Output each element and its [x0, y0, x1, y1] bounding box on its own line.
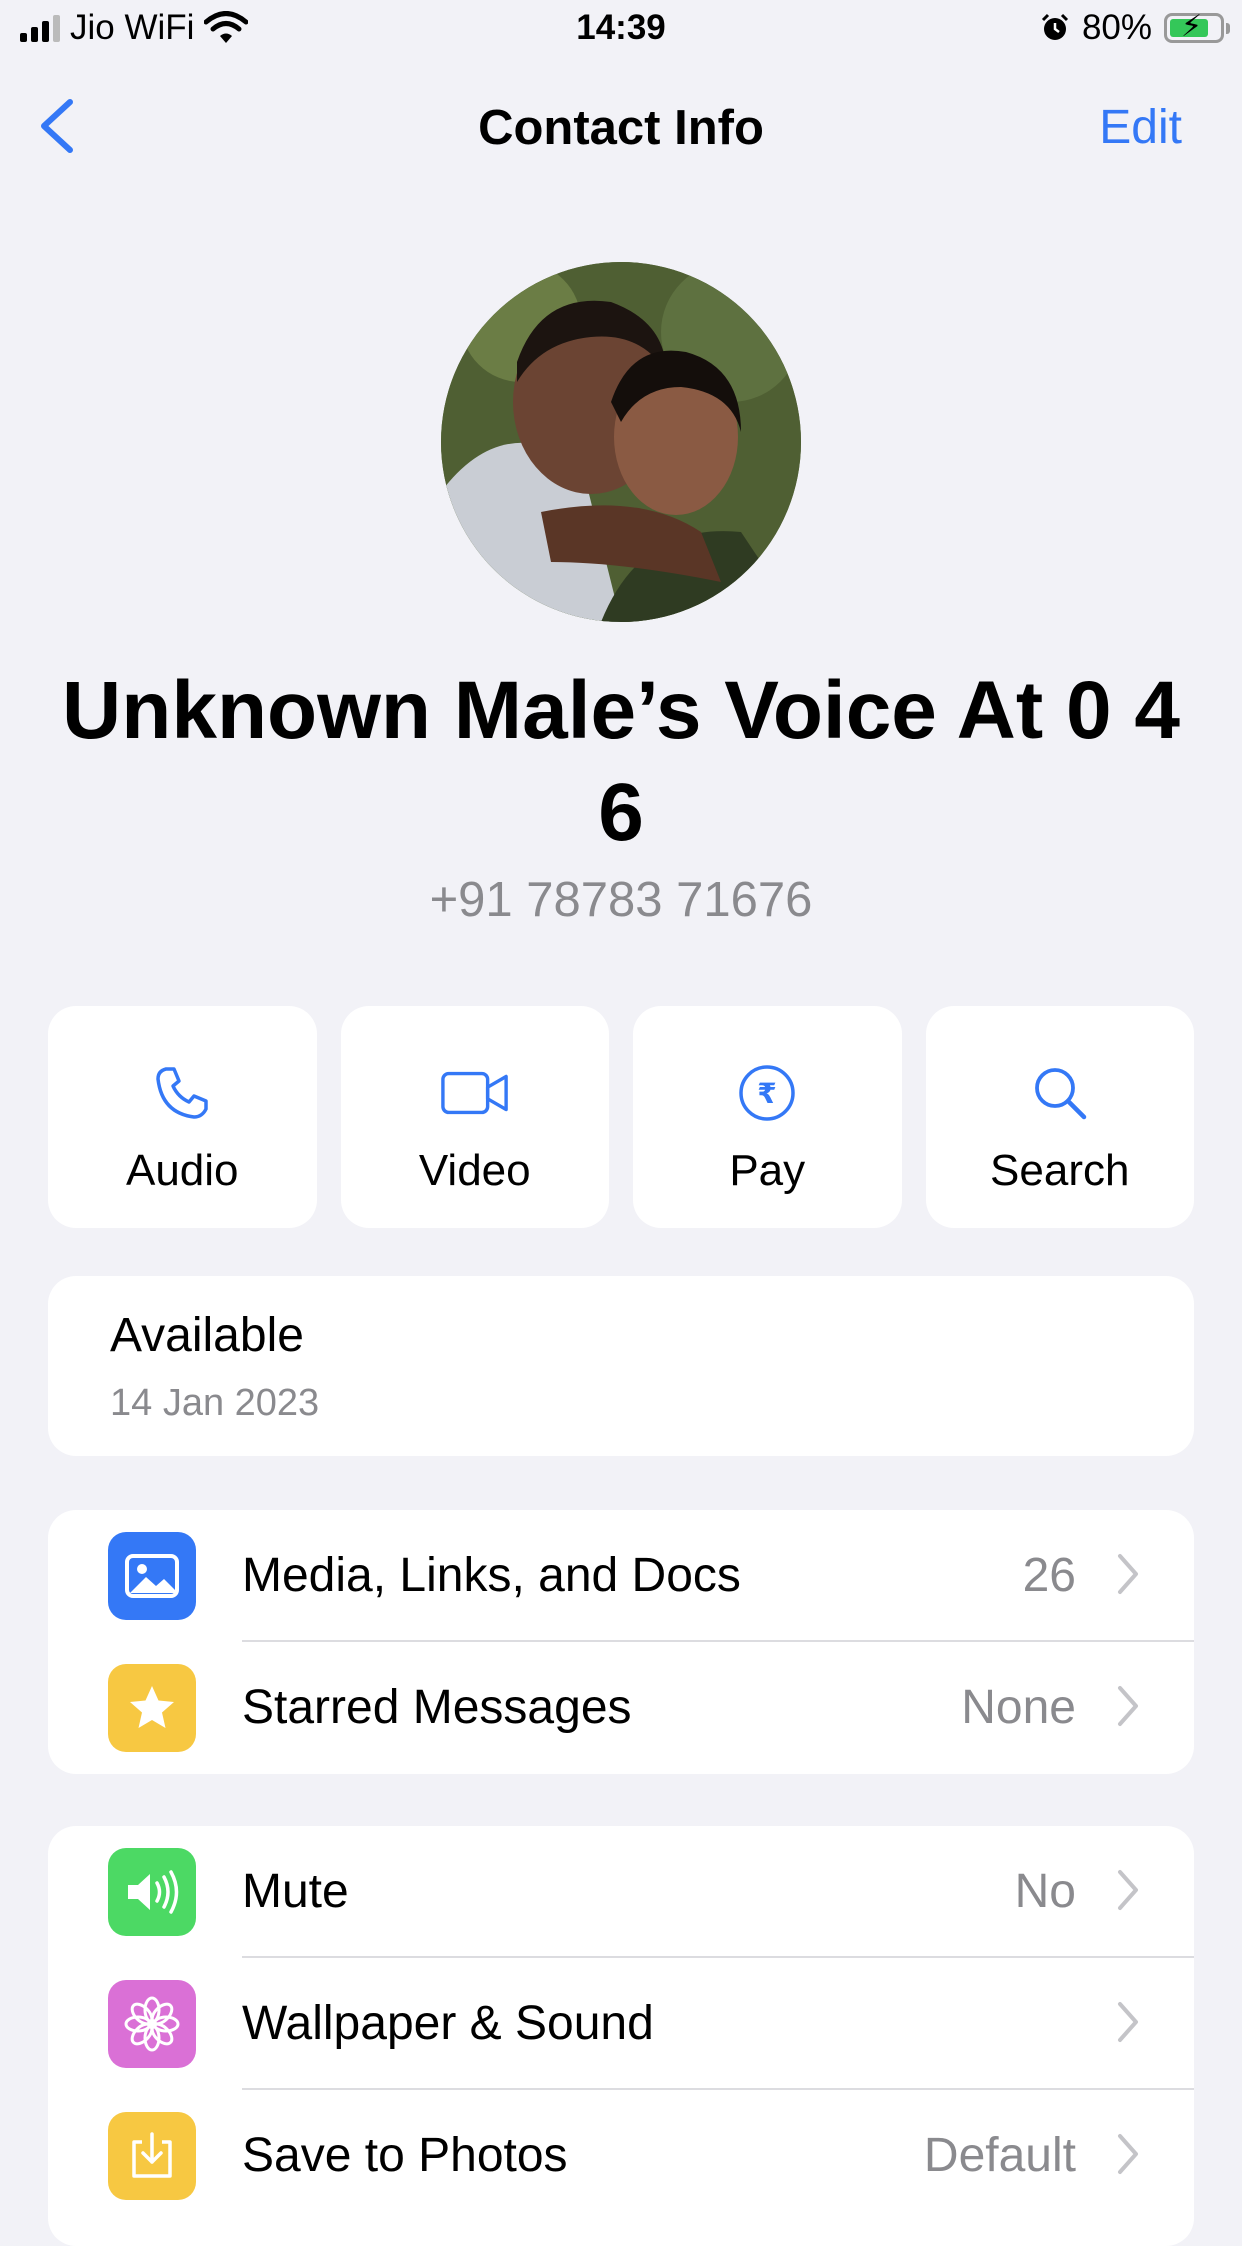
battery-icon: ⚡	[1164, 12, 1230, 43]
phone-icon	[156, 1067, 208, 1119]
action-buttons: Audio Video ₹ Pay Search	[48, 1006, 1194, 1228]
edit-button[interactable]: Edit	[1099, 100, 1182, 155]
search-icon	[1034, 1068, 1086, 1120]
media-links-docs-row[interactable]: Media, Links, and Docs 26	[48, 1510, 1194, 1642]
pay-label: Pay	[729, 1146, 806, 1195]
page-title: Contact Info	[478, 101, 764, 155]
svg-text:₹: ₹	[758, 1077, 777, 1110]
chevron-right-icon	[1118, 1870, 1138, 1910]
starred-messages-row[interactable]: Starred Messages None	[48, 1642, 1194, 1774]
search-label: Search	[990, 1146, 1130, 1195]
about-date: 14 Jan 2023	[110, 1382, 320, 1424]
alarm-icon	[1041, 13, 1068, 40]
settings-section: Mute No Wallpaper & Sound Save to Photos…	[48, 1826, 1194, 2246]
video-call-button[interactable]: Video	[340, 1006, 609, 1228]
search-button[interactable]: Search	[925, 1006, 1194, 1228]
about-card[interactable]: Available 14 Jan 2023	[48, 1276, 1194, 1456]
chevron-right-icon	[1118, 2002, 1138, 2042]
media-links-docs-label: Media, Links, and Docs	[242, 1549, 741, 1602]
speaker-icon	[108, 1848, 196, 1936]
audio-call-button[interactable]: Audio	[48, 1006, 317, 1228]
video-icon	[440, 1071, 508, 1115]
media-count: 26	[1022, 1549, 1076, 1602]
save-to-photos-label: Save to Photos	[242, 2129, 568, 2182]
status-right: 80% ⚡	[1040, 8, 1230, 48]
starred-count: None	[961, 1681, 1076, 1734]
avatar[interactable]	[441, 262, 801, 622]
save-to-photos-value: Default	[923, 2129, 1076, 2182]
media-section: Media, Links, and Docs 26 Starred Messag…	[48, 1510, 1194, 1774]
chevron-right-icon	[1118, 2134, 1138, 2174]
contact-name: Unknown Male’s Voice At 0 4 6	[62, 665, 1180, 858]
wallpaper-sound-label: Wallpaper & Sound	[242, 1997, 654, 2050]
save-icon	[108, 2112, 196, 2200]
audio-label: Audio	[125, 1146, 239, 1195]
contact-phone: +91 78783 71676	[429, 873, 813, 927]
mute-row[interactable]: Mute No	[48, 1826, 1194, 1958]
star-icon	[108, 1664, 196, 1752]
rupee-icon: ₹	[739, 1065, 795, 1121]
mute-label: Mute	[242, 1865, 349, 1918]
wallpaper-sound-row[interactable]: Wallpaper & Sound	[48, 1958, 1194, 2090]
about-status: Available	[110, 1309, 304, 1362]
chevron-right-icon	[1118, 1686, 1138, 1726]
status-bar: Jio WiFi 14:39 80% ⚡	[0, 0, 1242, 62]
pay-button[interactable]: ₹ Pay	[633, 1006, 902, 1228]
chevron-right-icon	[1118, 1554, 1138, 1594]
navigation-bar: Contact Info Edit	[0, 88, 1242, 168]
photo-icon	[108, 1532, 196, 1620]
battery-percent: 80%	[1081, 8, 1152, 47]
flower-icon	[108, 1980, 196, 2068]
save-to-photos-row[interactable]: Save to Photos Default	[48, 2090, 1194, 2222]
mute-value: No	[1014, 1865, 1076, 1918]
starred-messages-label: Starred Messages	[242, 1681, 632, 1734]
video-label: Video	[418, 1146, 531, 1195]
